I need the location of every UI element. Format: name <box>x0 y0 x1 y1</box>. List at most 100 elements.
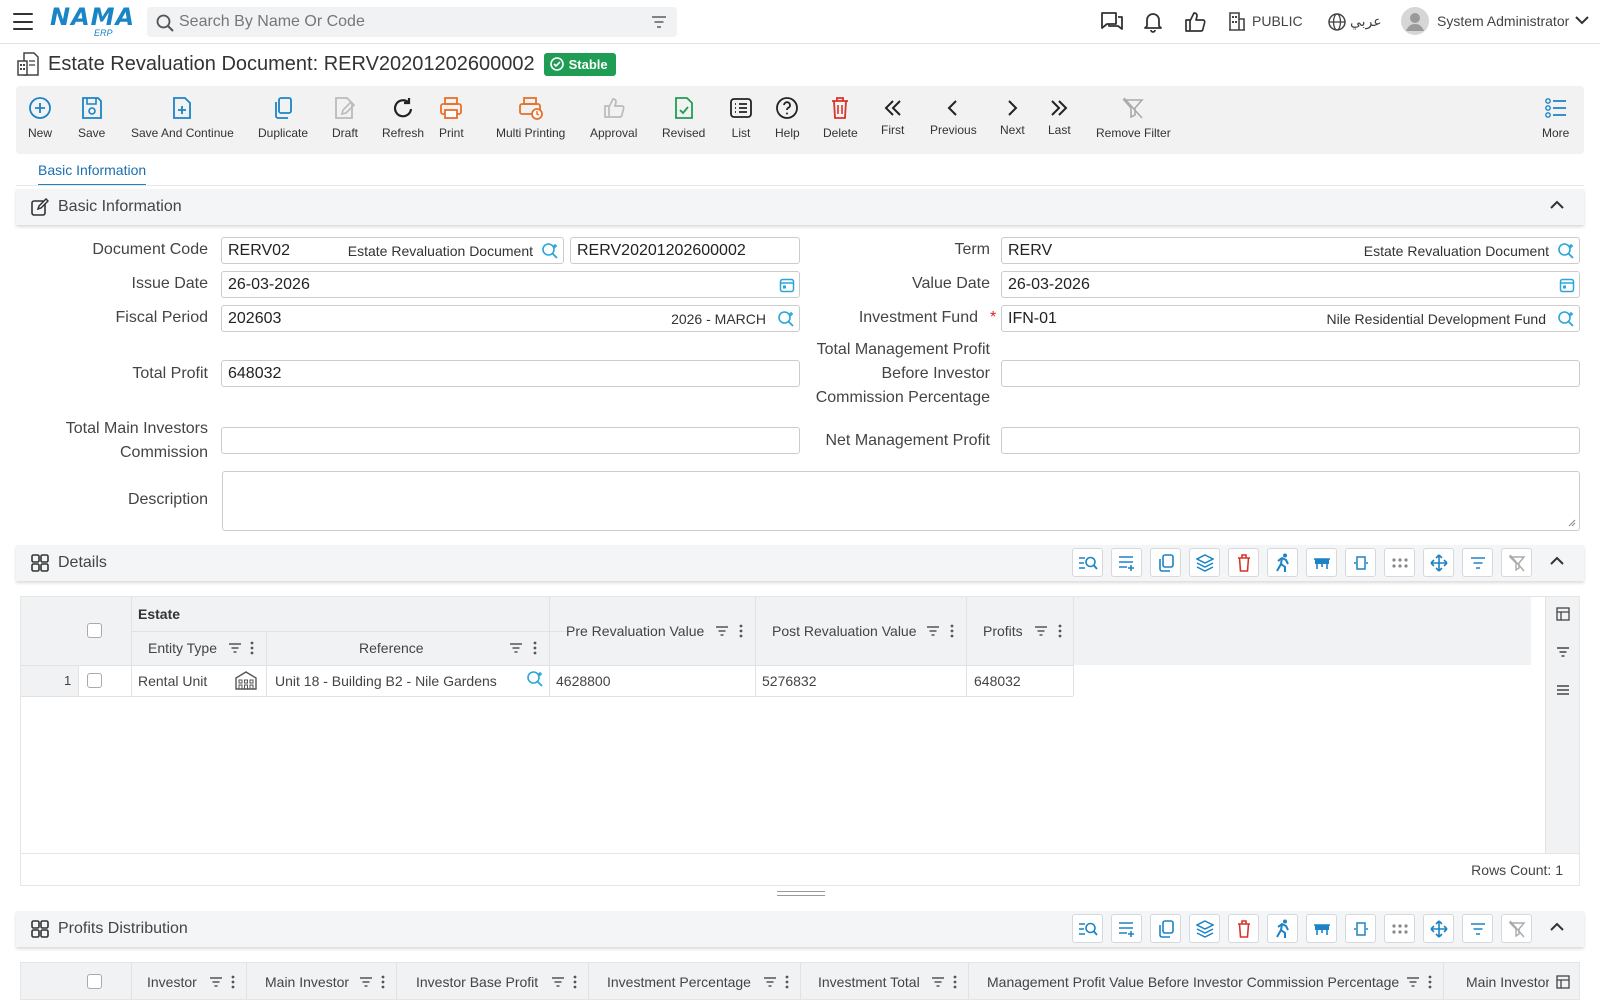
profits-cell[interactable]: 648032 <box>974 673 1021 689</box>
column-menu-icon[interactable] <box>950 624 954 638</box>
column-header-post-revaluation-value[interactable]: Post Revaluation Value <box>772 623 917 639</box>
column-menu-icon[interactable] <box>231 975 235 989</box>
next-button[interactable]: Next <box>1000 86 1025 154</box>
approval-button[interactable]: Approval <box>590 86 637 154</box>
previous-button[interactable]: Previous <box>930 86 977 154</box>
lookup-icon[interactable] <box>777 310 795 328</box>
details-section-header[interactable]: Details <box>16 545 1584 581</box>
copy-row-tool[interactable] <box>1150 914 1181 943</box>
layers-tool[interactable] <box>1189 914 1220 943</box>
column-header-main-investor[interactable]: Main Investor <box>265 974 349 990</box>
row-checkbox[interactable] <box>87 673 102 688</box>
calendar-icon[interactable] <box>1559 277 1575 293</box>
chevron-down-icon[interactable] <box>1575 16 1589 25</box>
column-filter-icon[interactable] <box>359 976 373 988</box>
duplicate-button[interactable]: Duplicate <box>258 86 308 154</box>
column-header-investment-percentage[interactable]: Investment Percentage <box>607 974 751 990</box>
investment-fund-field[interactable]: IFN-01 Nile Residential Development Fund <box>1001 305 1580 332</box>
profits-distribution-section-header[interactable]: Profits Distribution <box>16 911 1584 947</box>
column-header-management-profit-value[interactable]: Management Profit Value Before Investor … <box>987 974 1399 990</box>
grid-resize-handle[interactable] <box>777 891 825 896</box>
column-menu-icon[interactable] <box>739 624 743 638</box>
column-menu-icon[interactable] <box>533 641 537 655</box>
chevron-up-icon[interactable] <box>1550 922 1564 932</box>
thumbs-up-icon[interactable] <box>1184 11 1206 33</box>
description-textarea[interactable] <box>222 471 1580 531</box>
more-button[interactable]: More <box>1542 86 1569 154</box>
total-profit-field[interactable]: 648032 <box>221 360 800 387</box>
lookup-icon[interactable] <box>1557 242 1575 260</box>
fiscal-period-field[interactable]: 202603 2026 - MARCH <box>221 305 800 332</box>
column-header-profits[interactable]: Profits <box>983 623 1023 639</box>
chevron-up-icon[interactable] <box>1550 200 1564 210</box>
column-filter-icon[interactable] <box>931 976 945 988</box>
first-button[interactable]: First <box>881 86 904 154</box>
revised-button[interactable]: Revised <box>662 86 705 154</box>
column-menu-icon[interactable] <box>785 975 789 989</box>
value-date-field[interactable]: 26-03-2026 <box>1001 271 1580 298</box>
add-row-tool[interactable] <box>1111 914 1142 943</box>
column-filter-icon[interactable] <box>763 976 777 988</box>
delete-button[interactable]: Delete <box>823 86 858 154</box>
avatar[interactable] <box>1401 7 1429 35</box>
columns-icon[interactable] <box>1556 607 1570 621</box>
column-filter-icon[interactable] <box>509 642 523 654</box>
column-menu-icon[interactable] <box>381 975 385 989</box>
new-button[interactable]: New <box>28 86 52 154</box>
issue-date-field[interactable]: 26-03-2026 <box>221 271 800 298</box>
column-menu-icon[interactable] <box>953 975 957 989</box>
filter-tool[interactable] <box>1462 548 1493 577</box>
delete-row-tool[interactable] <box>1228 914 1259 943</box>
layers-tool[interactable] <box>1189 548 1220 577</box>
delete-row-tool[interactable] <box>1228 548 1259 577</box>
column-filter-icon[interactable] <box>926 625 940 637</box>
globe-icon[interactable] <box>1328 13 1346 31</box>
column-header-main-investor-2[interactable]: Main Investor <box>1466 974 1549 990</box>
search-input[interactable] <box>179 13 619 31</box>
move-tool[interactable] <box>1423 548 1454 577</box>
chat-icon[interactable] <box>1100 11 1124 33</box>
reference-cell[interactable]: Unit 18 - Building B2 - Nile Gardens <box>275 673 497 689</box>
column-header-entity-type[interactable]: Entity Type <box>148 640 217 656</box>
columns-icon[interactable] <box>1556 975 1570 989</box>
table-tool[interactable] <box>1306 914 1337 943</box>
calendar-icon[interactable] <box>779 277 795 293</box>
select-all-checkbox[interactable] <box>87 623 102 638</box>
chevron-up-icon[interactable] <box>1550 556 1564 566</box>
remove-filter-tool[interactable] <box>1501 914 1532 943</box>
menu-lines-icon[interactable] <box>1556 684 1570 696</box>
column-menu-icon[interactable] <box>250 641 254 655</box>
print-button[interactable]: Print <box>439 86 464 154</box>
filter-icon[interactable] <box>651 15 667 29</box>
filter-tool[interactable] <box>1462 914 1493 943</box>
pre-revaluation-value-cell[interactable]: 4628800 <box>556 673 611 689</box>
column-header-investor[interactable]: Investor <box>147 974 197 990</box>
total-management-profit-field[interactable] <box>1001 360 1580 387</box>
refresh-button[interactable]: Refresh <box>382 86 424 154</box>
help-button[interactable]: Help <box>775 86 800 154</box>
term-field[interactable]: RERV Estate Revaluation Document <box>1001 237 1580 264</box>
lookup-icon[interactable] <box>541 242 559 260</box>
dots-grid-tool[interactable] <box>1384 914 1415 943</box>
column-menu-icon[interactable] <box>1428 975 1432 989</box>
column-menu-icon[interactable] <box>1058 624 1062 638</box>
menu-icon[interactable] <box>13 13 33 30</box>
post-revaluation-value-cell[interactable]: 5276832 <box>762 673 817 689</box>
remove-filter-button[interactable]: Remove Filter <box>1096 86 1171 154</box>
document-code-field[interactable]: RERV02 Estate Revaluation Document <box>221 237 564 264</box>
resize-handle-icon[interactable] <box>1568 519 1576 527</box>
column-width-tool[interactable] <box>1345 914 1376 943</box>
column-header-reference[interactable]: Reference <box>359 640 424 656</box>
column-filter-icon[interactable] <box>209 976 223 988</box>
run-tool[interactable] <box>1267 548 1298 577</box>
column-filter-icon[interactable] <box>715 625 729 637</box>
search-list-tool[interactable] <box>1072 914 1103 943</box>
search-list-tool[interactable] <box>1072 548 1103 577</box>
column-filter-icon[interactable] <box>1034 625 1048 637</box>
net-management-profit-field[interactable] <box>1001 427 1580 454</box>
column-filter-icon[interactable] <box>228 642 242 654</box>
column-filter-icon[interactable] <box>1406 976 1420 988</box>
bell-icon[interactable] <box>1143 11 1163 33</box>
column-filter-icon[interactable] <box>551 976 565 988</box>
column-header-investor-base-profit[interactable]: Investor Base Profit <box>416 974 538 990</box>
